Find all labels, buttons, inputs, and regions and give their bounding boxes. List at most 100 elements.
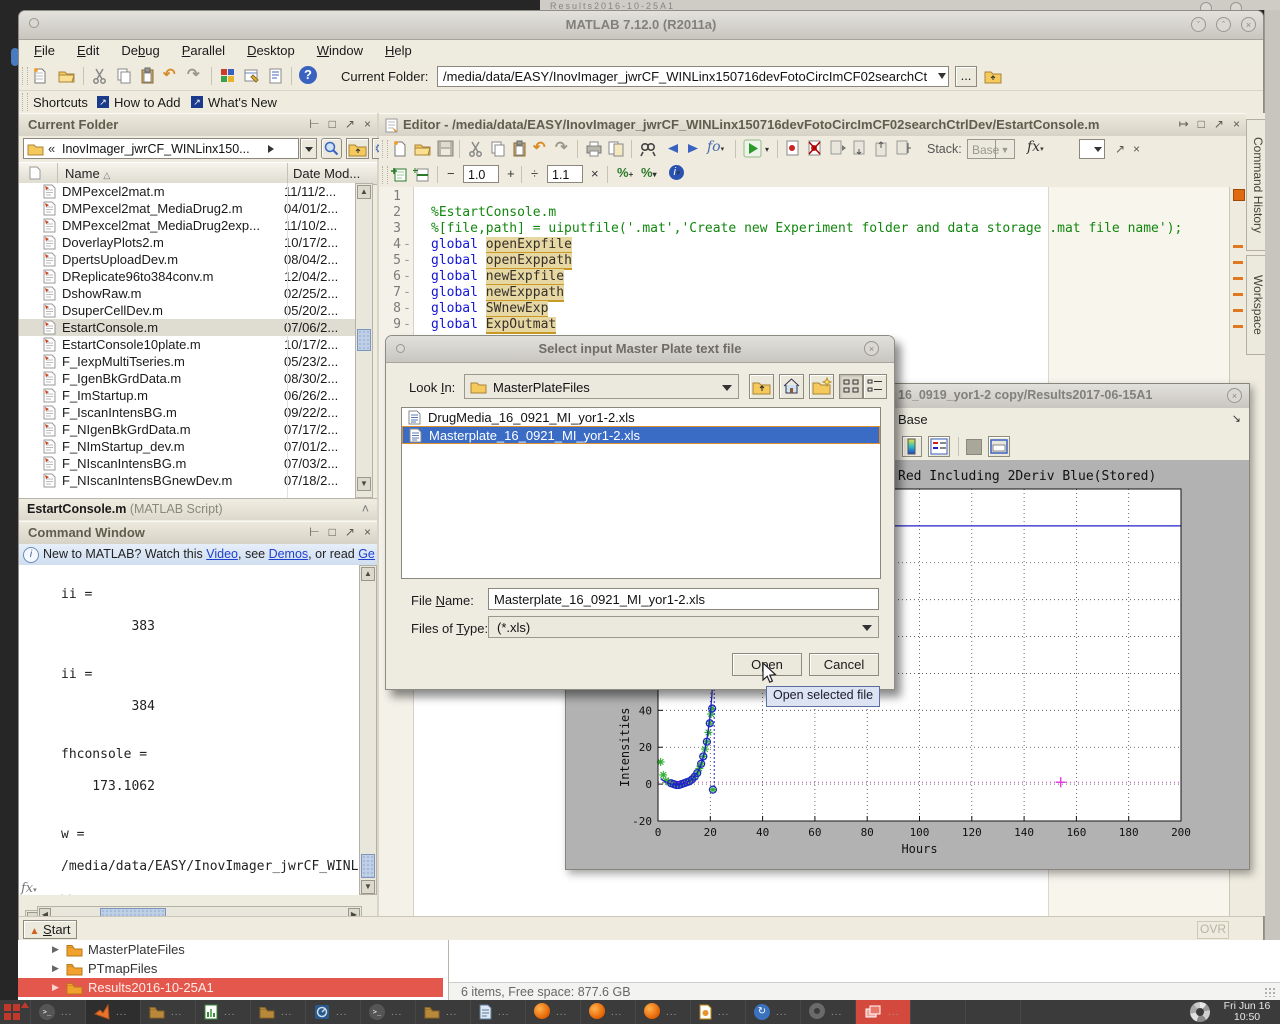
up-one-level-icon[interactable]	[749, 374, 774, 399]
compare-icon[interactable]	[607, 140, 625, 157]
chevron-down-icon[interactable]	[938, 73, 946, 79]
scrollbar-thumb[interactable]	[357, 329, 371, 351]
maximize-panel-icon[interactable]: □	[329, 525, 336, 539]
code-line[interactable]: 3%[file,path] = uiputfile('.mat','Create…	[379, 221, 1229, 237]
file-row[interactable]: F_IexpMultiTseries.m05/23/2...	[19, 353, 355, 370]
panel-corner-icon[interactable]: ↘	[1232, 412, 1241, 425]
undock-icon[interactable]: ↗	[1115, 142, 1125, 156]
column-divider[interactable]	[57, 163, 58, 184]
dock-icon[interactable]: ⊢	[309, 525, 319, 539]
file-detail-bar[interactable]: EstartConsole.m (MATLAB Script) ˄	[19, 498, 377, 520]
dialog-file-row[interactable]: DrugMedia_16_0921_MI_yor1-2.xls	[402, 408, 880, 426]
code-line[interactable]: 7-global newExppath	[379, 285, 1229, 301]
guide-icon[interactable]	[243, 67, 261, 85]
editor-header[interactable]: Editor - /media/data/EASY/InovImager_jwr…	[379, 113, 1246, 138]
warning-mark[interactable]	[1233, 325, 1243, 328]
scroll-up-arrow[interactable]: ▲	[361, 567, 375, 581]
taskbar-item-firefox[interactable]: ...	[525, 1000, 580, 1024]
tab-command-history[interactable]: Command History	[1246, 119, 1265, 251]
run-icon[interactable]	[743, 139, 763, 158]
banner-link[interactable]: Ge	[358, 547, 375, 561]
file-row[interactable]: DMPexcel2mat_MediaDrug2exp...11/10/2...	[19, 217, 355, 234]
taskbar-item-calc[interactable]: ...	[195, 1000, 250, 1024]
expander-icon[interactable]: ▶	[52, 944, 66, 955]
taskbar-item-system[interactable]: ...	[800, 1000, 855, 1024]
menu-desktop[interactable]: Desktop	[247, 39, 295, 63]
new-file-icon[interactable]	[391, 140, 409, 158]
copy-icon[interactable]	[115, 67, 133, 85]
close-panel-icon[interactable]: ×	[1233, 117, 1240, 131]
undock-icon[interactable]: ↗	[345, 525, 355, 539]
file-row[interactable]: F_IscanIntensBG.m09/22/2...	[19, 404, 355, 421]
menu-help[interactable]: Help	[385, 39, 412, 63]
dialog-file-list[interactable]: DrugMedia_16_0921_MI_yor1-2.xlsMasterpla…	[401, 407, 881, 579]
exit-debug-icon[interactable]	[895, 140, 912, 157]
search-icon[interactable]	[321, 138, 342, 159]
scroll-down-arrow[interactable]: ▼	[357, 477, 371, 491]
step-out-icon[interactable]	[873, 140, 890, 157]
screenshot-shutter-icon[interactable]	[1190, 1002, 1210, 1022]
column-name[interactable]: Name △	[65, 166, 110, 181]
matlab-titlebar[interactable]: MATLAB 7.12.0 (R2011a) ˇ ˆ ×	[19, 11, 1263, 40]
go-forward-icon[interactable]	[685, 140, 703, 157]
menu-file[interactable]: File	[34, 39, 55, 63]
file-row[interactable]: DpertsUploadDev.m08/04/2...	[19, 251, 355, 268]
redo-icon[interactable]: ↷	[555, 138, 568, 156]
multiply-button[interactable]: ×	[591, 166, 599, 181]
copy-icon[interactable]	[489, 140, 507, 158]
close-editor-icon[interactable]: ×	[1133, 142, 1140, 156]
column-date-modified[interactable]: Date Mod...	[293, 166, 360, 181]
file-row[interactable]: DMPexcel2mat.m11/11/2...	[19, 183, 355, 200]
cut-icon[interactable]	[91, 67, 109, 85]
file-row[interactable]: DsuperCellDev.m05/20/2...	[19, 302, 355, 319]
open-file-icon[interactable]	[57, 67, 76, 85]
close-panel-icon[interactable]: ×	[364, 117, 371, 131]
file-row[interactable]: EstartConsole.m07/06/2...	[19, 319, 355, 336]
list-view-icon[interactable]	[863, 374, 887, 399]
paste-icon[interactable]	[139, 67, 157, 85]
uncomment-percent-icon[interactable]: %▾	[641, 165, 657, 180]
undo-icon[interactable]: ↶	[163, 65, 176, 83]
collapse-detail-icon[interactable]: ˄	[362, 502, 369, 516]
redo-icon[interactable]: ↷	[187, 65, 200, 83]
figure-menu-fragment[interactable]: Base	[898, 412, 928, 427]
step-icon[interactable]	[829, 140, 846, 157]
code-line[interactable]: 2%EstartConsole.m	[379, 205, 1229, 221]
taskbar-item-impress[interactable]: ...	[690, 1000, 745, 1024]
file-row[interactable]: DReplicate96to384conv.m12/04/2...	[19, 268, 355, 285]
file-list-scrollbar[interactable]: ▲ ▼	[355, 183, 373, 498]
resize-grip-icon[interactable]	[1264, 987, 1276, 997]
folder-up-icon[interactable]	[346, 138, 369, 159]
dialog-titlebar[interactable]: Select input Master Plate text file ×	[386, 336, 894, 363]
stack-combo[interactable]: Base ▼	[967, 139, 1015, 159]
look-in-combo[interactable]: MasterPlateFiles	[464, 374, 739, 399]
address-text[interactable]: InovImager_jwrCF_WINLinx150...	[62, 142, 262, 156]
function-browser-icon[interactable]: fο▾	[707, 139, 724, 155]
figure-close-button[interactable]: ×	[1227, 388, 1242, 403]
browse-folder-button[interactable]: ...	[955, 66, 977, 87]
legend-icon[interactable]	[928, 436, 950, 457]
taskbar-item-folder[interactable]: ...	[250, 1000, 305, 1024]
start-button[interactable]: ▲ Start	[23, 920, 77, 939]
scroll-down-arrow[interactable]: ▼	[361, 880, 375, 894]
command-scrollbar-vertical[interactable]: ▲ ▼	[359, 565, 377, 895]
tree-item[interactable]: ▶Results2016-10-25A1	[18, 978, 443, 997]
column-divider[interactable]	[287, 163, 288, 184]
tree-item[interactable]: ▶PTmapFiles	[18, 959, 443, 978]
cut-icon[interactable]	[467, 140, 485, 158]
file-row[interactable]: F_ImStartup.m06/26/2...	[19, 387, 355, 404]
profiler-icon[interactable]	[267, 67, 285, 85]
taskbar-item-firefox[interactable]: ...	[635, 1000, 690, 1024]
app-launcher-icon[interactable]	[2, 1002, 28, 1022]
grid-view-icon[interactable]	[839, 374, 863, 399]
run-dropdown-icon[interactable]: ▾	[765, 145, 769, 154]
fx-indicator[interactable]: fx▾	[1027, 139, 1044, 155]
decrease-font-button[interactable]: −	[447, 166, 455, 181]
warning-mark[interactable]	[1233, 277, 1243, 280]
file-type-column-icon[interactable]	[29, 166, 41, 180]
help-icon[interactable]: ?	[299, 66, 317, 84]
warning-mark[interactable]	[1233, 261, 1243, 264]
line-dash[interactable]	[401, 221, 413, 237]
taskbar-item-terminal[interactable]: >_...	[30, 1000, 85, 1024]
step-in-icon[interactable]	[851, 140, 868, 157]
